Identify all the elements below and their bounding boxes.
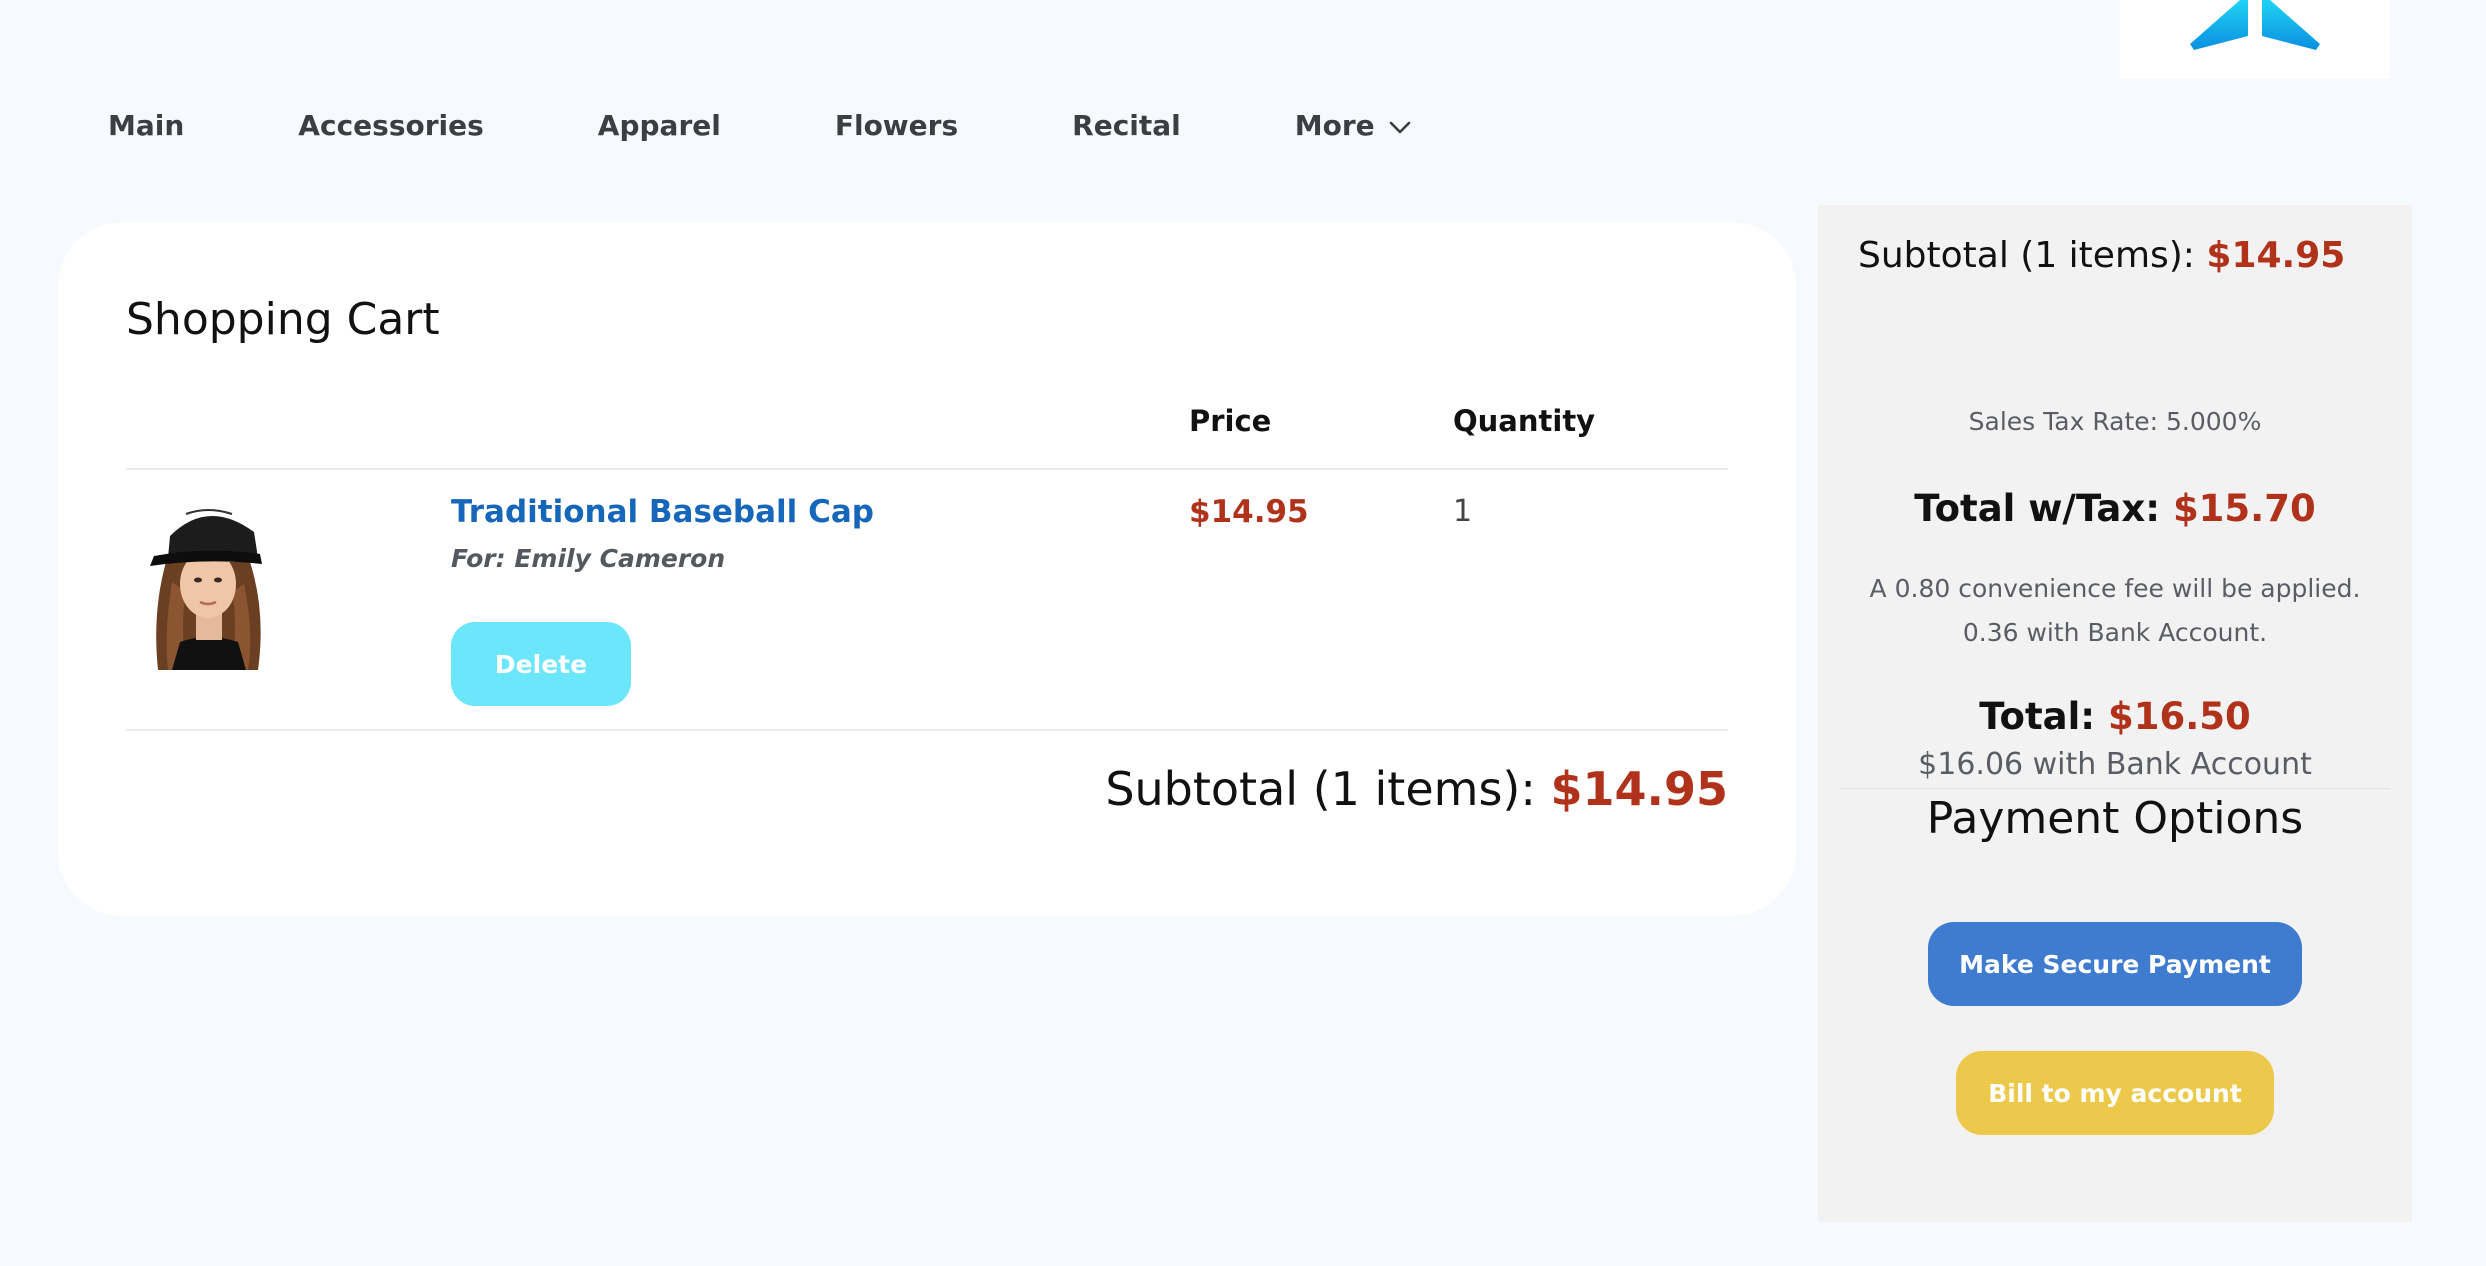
quantity-column-header: Quantity [1453,404,1596,438]
sales-tax-rate: Sales Tax Rate: 5.000% [1968,407,2262,436]
product-recipient: For: Emily Cameron [451,544,726,573]
price-column-header: Price [1189,404,1272,438]
summary-subtotal-value: $14.95 [2206,235,2346,276]
nav-item-label: Main [108,108,185,142]
summary-subtotal-label: Subtotal (1 items): [1858,235,2195,276]
nav-item-apparel[interactable]: Apparel [598,109,721,142]
grand-total-value: $16.50 [2108,695,2251,738]
cart-title: Shopping Cart [126,294,440,345]
summary-subtotal: Subtotal (1 items): $14.95 [1858,235,2345,276]
payment-options-title: Payment Options [1926,793,2304,844]
nav-item-label: More [1294,108,1375,142]
cart-subtotal-label: Subtotal (1 items): [1105,762,1536,816]
make-secure-payment-button[interactable]: Make Secure Payment [1928,922,2302,1006]
grand-total-label: Total: [1979,695,2096,738]
bill-to-account-button[interactable]: Bill to my account [1956,1051,2274,1135]
nav-item-label: Recital [1072,108,1181,142]
nav-item-label: Accessories [298,108,484,142]
fee-note-line: 0.36 with Bank Account. [1962,618,2268,647]
nav-item-recital[interactable]: Recital [1072,109,1181,142]
nav-item-flowers[interactable]: Flowers [835,109,958,142]
total-with-tax-label: Total w/Tax: [1914,487,2161,530]
divider [126,468,1728,470]
nav-item-label: Apparel [597,108,721,142]
product-quantity: 1 [1453,494,1473,529]
bank-account-total: $16.06 with Bank Account [1918,747,2312,782]
nav-item-label: Flowers [834,108,959,142]
fee-note-line: A 0.80 convenience fee will be applied. [1869,574,2361,603]
product-image[interactable] [146,492,270,670]
divider [126,729,1728,731]
total-with-tax-value: $15.70 [2172,487,2316,530]
cart-subtotal: Subtotal (1 items): $14.95 [1105,762,1728,816]
product-price: $14.95 [1189,494,1309,530]
chevron-down-icon [1389,109,1411,142]
delete-item-button[interactable]: Delete [451,622,631,706]
nav-item-more[interactable]: More [1295,109,1411,142]
shopping-cart-card: Shopping Cart Price Quantity Traditional… [58,222,1796,916]
order-summary-sidebar: Subtotal (1 items): $14.95 Sales Tax Rat… [1818,205,2412,1222]
main-nav: Main Accessories Apparel Flowers Recital… [108,100,1525,150]
brand-logo-icon [2190,0,2320,50]
total-with-tax: Total w/Tax: $15.70 [1818,487,2412,530]
nav-item-main[interactable]: Main [108,109,184,142]
cart-subtotal-value: $14.95 [1550,762,1728,816]
divider [1840,788,2390,789]
grand-total: Total: $16.50 [1818,695,2412,738]
convenience-fee-note: A 0.80 convenience fee will be applied. … [1818,567,2412,655]
product-name-link[interactable]: Traditional Baseball Cap [451,494,874,530]
nav-item-accessories[interactable]: Accessories [298,109,484,142]
brand-logo[interactable] [2120,0,2390,79]
